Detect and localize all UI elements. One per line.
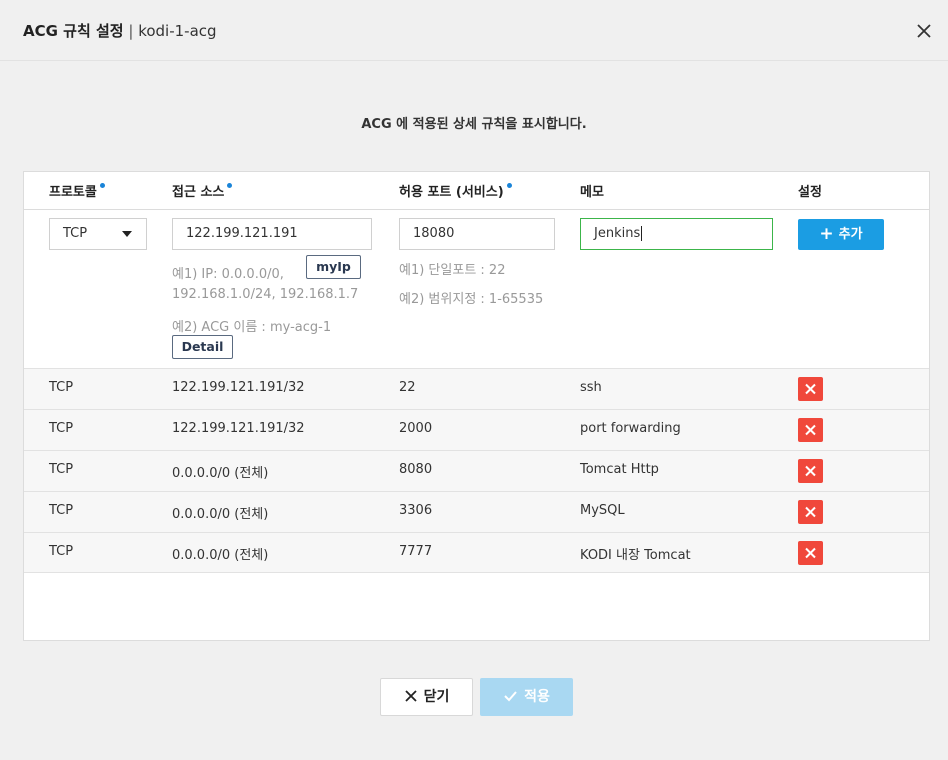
detail-button[interactable]: Detail (172, 335, 233, 359)
title-separator: | (128, 22, 134, 40)
rule-protocol: TCP (49, 544, 74, 559)
rule-memo: Tomcat Http (580, 462, 659, 477)
col-protocol-header: 프로토콜 (49, 181, 105, 200)
x-icon (805, 424, 816, 436)
col-port-header: 허용 포트 (서비스) (399, 181, 512, 200)
rule-memo: MySQL (580, 503, 625, 518)
table-row: TCP 122.199.121.191/32 2000 port forward… (24, 409, 929, 450)
rule-port: 2000 (399, 421, 433, 436)
port-input[interactable]: 18080 (399, 218, 555, 250)
port-hint-1: 예1) 단일포트 : 22 (399, 263, 506, 278)
required-dot (99, 183, 105, 188)
source-hint-1a: 예1) IP: 0.0.0.0/0, (172, 267, 284, 282)
add-rule-button[interactable]: + 추가 (798, 219, 884, 250)
dialog-title-main: ACG 규칙 설정 (23, 22, 124, 40)
col-port-label: 허용 포트 (서비스) (399, 185, 504, 200)
protocol-value: TCP (63, 226, 88, 241)
close-button[interactable]: 닫기 (380, 678, 473, 716)
memo-value: Jenkins (594, 226, 641, 241)
col-source-label: 접근 소스 (172, 185, 225, 200)
col-settings-header: 설정 (798, 185, 822, 200)
source-hint-2: 예2) ACG 이름 : my-acg-1 (172, 320, 332, 335)
check-icon (504, 691, 517, 702)
x-icon (805, 465, 816, 477)
required-dot (506, 183, 512, 188)
table-row: TCP 122.199.121.191/32 22 ssh (24, 368, 929, 409)
delete-rule-button[interactable] (798, 377, 823, 401)
plus-icon: + (819, 224, 834, 244)
rule-protocol: TCP (49, 503, 74, 518)
close-button-label: 닫기 (423, 689, 450, 705)
rule-source: 0.0.0.0/0 (전체) (172, 507, 269, 522)
dialog-header: ACG 규칙 설정 | kodi-1-acg (0, 0, 948, 61)
table-row: TCP 0.0.0.0/0 (전체) 3306 MySQL (24, 491, 929, 532)
table-row: TCP 0.0.0.0/0 (전체) 7777 KODI 내장 Tomcat (24, 532, 929, 573)
table-row: TCP 0.0.0.0/0 (전체) 8080 Tomcat Http (24, 450, 929, 491)
dialog-description: ACG 에 적용된 상세 규칙을 표시합니다. (361, 117, 587, 132)
rule-port: 8080 (399, 462, 433, 477)
rule-source: 0.0.0.0/0 (전체) (172, 466, 269, 481)
protocol-select[interactable]: TCP (49, 218, 147, 250)
delete-rule-button[interactable] (798, 459, 823, 483)
x-icon (805, 383, 816, 395)
rule-memo: KODI 내장 Tomcat (580, 548, 691, 563)
myip-button[interactable]: myIp (306, 255, 361, 279)
delete-rule-button[interactable] (798, 500, 823, 524)
rule-memo: ssh (580, 380, 602, 395)
rule-port: 3306 (399, 503, 433, 518)
apply-button-label: 적용 (524, 689, 550, 705)
source-input[interactable]: 122.199.121.191 (172, 218, 372, 250)
rule-port: 22 (399, 380, 416, 395)
rules-panel: 프로토콜 접근 소스 허용 포트 (서비스) 메모 설정 TCP 122.199… (23, 171, 930, 641)
close-icon[interactable] (913, 20, 935, 42)
memo-input[interactable]: Jenkins (580, 218, 773, 250)
rule-memo: port forwarding (580, 421, 681, 436)
close-icon (404, 690, 417, 702)
x-icon (805, 506, 816, 518)
rule-protocol: TCP (49, 421, 74, 436)
x-icon (805, 547, 816, 559)
source-hint-1b: 192.168.1.0/24, 192.168.1.7 (172, 287, 359, 302)
rule-source: 0.0.0.0/0 (전체) (172, 548, 269, 563)
delete-rule-button[interactable] (798, 541, 823, 565)
required-dot (227, 183, 233, 188)
col-memo-header: 메모 (580, 185, 604, 200)
dialog-title: ACG 규칙 설정 | kodi-1-acg (23, 20, 217, 41)
delete-rule-button[interactable] (798, 418, 823, 442)
rule-source: 122.199.121.191/32 (172, 421, 305, 436)
col-protocol-label: 프로토콜 (49, 185, 97, 200)
col-source-header: 접근 소스 (172, 181, 233, 200)
source-value: 122.199.121.191 (186, 226, 298, 241)
port-hint-2: 예2) 범위지정 : 1-65535 (399, 292, 544, 307)
text-cursor (641, 226, 643, 241)
header-divider (24, 209, 929, 210)
rule-source: 122.199.121.191/32 (172, 380, 305, 395)
rule-port: 7777 (399, 544, 433, 559)
apply-button[interactable]: 적용 (480, 678, 573, 716)
rule-protocol: TCP (49, 380, 74, 395)
rule-protocol: TCP (49, 462, 74, 477)
dialog-subtitle: kodi-1-acg (138, 22, 217, 40)
port-value: 18080 (413, 226, 455, 241)
caret-down-icon (122, 231, 132, 237)
add-rule-label: 추가 (838, 227, 863, 242)
